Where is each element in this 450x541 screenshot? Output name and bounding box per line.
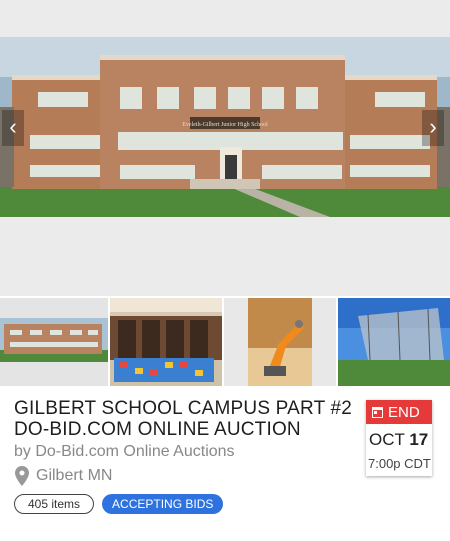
thumbnail-strip [0, 298, 450, 386]
end-date: OCT 17 [366, 430, 432, 450]
location: Gilbert MN [14, 466, 359, 486]
end-header: END [366, 400, 432, 424]
seller-link[interactable]: by Do-Bid.com Online Auctions [14, 443, 359, 461]
auction-title[interactable]: GILBERT SCHOOL CAMPUS PART #2 DO-BID.COM… [14, 398, 359, 440]
location-text: Gilbert MN [36, 467, 113, 484]
calendar-icon [372, 406, 383, 418]
image-carousel[interactable]: Eveleth-Gilbert Junior High School ‹ › [0, 0, 450, 296]
carousel-next-button[interactable]: › [422, 110, 444, 146]
hero-image[interactable]: Eveleth-Gilbert Junior High School [0, 37, 450, 217]
auction-info: GILBERT SCHOOL CAMPUS PART #2 DO-BID.COM… [14, 398, 359, 514]
auction-title-line-1[interactable]: GILBERT SCHOOL CAMPUS PART #2 [14, 398, 359, 419]
end-day: 17 [409, 430, 429, 449]
chevron-left-icon: ‹ [9, 114, 17, 139]
thumbnail-library-room[interactable] [110, 298, 222, 386]
map-pin-icon [15, 466, 29, 486]
thumbnail-robot-arm[interactable] [224, 298, 336, 386]
end-month: OCT [369, 430, 405, 449]
carousel-prev-button[interactable]: ‹ [2, 110, 24, 146]
thumbnail-batting-cage[interactable] [338, 298, 450, 386]
items-count-badge: 405 items [14, 494, 95, 514]
status-badge: ACCEPTING BIDS [102, 494, 224, 514]
end-label: END [388, 403, 420, 421]
chevron-right-icon: › [429, 114, 437, 139]
auction-title-line-2[interactable]: DO-BID.COM ONLINE AUCTION [14, 419, 359, 440]
end-date-card: END OCT 17 7:00p CDT [366, 400, 432, 476]
end-time: 7:00p CDT [368, 456, 431, 471]
school-sign: Eveleth-Gilbert Junior High School [182, 122, 268, 128]
badges: 405 items ACCEPTING BIDS [14, 494, 359, 514]
thumbnail-school-exterior[interactable] [0, 298, 108, 386]
